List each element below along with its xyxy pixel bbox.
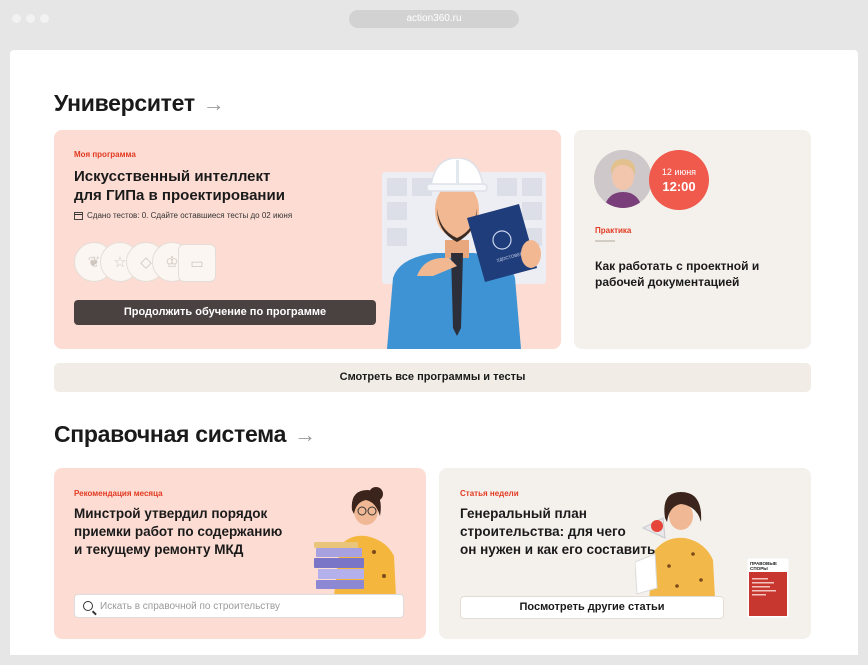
- other-articles-button[interactable]: Посмотреть другие статьи: [460, 596, 724, 619]
- address-bar[interactable]: action360.ru: [349, 10, 519, 28]
- week-title-line: строительства: для чего: [460, 524, 626, 539]
- reference-title: Справочная система: [54, 421, 287, 447]
- program-title-line: для ГИПа в проектировании: [74, 187, 285, 204]
- program-tag: Моя программа: [74, 150, 136, 159]
- event-time: 12:00: [662, 179, 696, 194]
- university-title: Университет: [54, 90, 195, 116]
- reference-search-input[interactable]: Искать в справочной по строительству: [74, 594, 404, 618]
- woman-with-megaphone-illustration: [635, 492, 715, 598]
- tests-status-text: Сдано тестов: 0. Сдайте оставшиеся тесты…: [87, 211, 293, 220]
- browser-chrome: action360.ru: [0, 0, 868, 38]
- event-date-badge: 12 июня 12:00: [649, 150, 709, 210]
- certificate-badge-icon: ▭: [178, 244, 216, 282]
- week-title-line: он нужен и как его составить: [460, 542, 656, 557]
- page-viewport: Университет → Моя программа Искусственны…: [10, 50, 858, 655]
- month-title-line: приемки работ по содержанию: [74, 524, 283, 539]
- all-programs-button[interactable]: Смотреть все программы и тесты: [54, 363, 811, 392]
- engineer-illustration: УДОСТОВЕРЕНИЕ: [382, 158, 546, 349]
- month-title: Минстрой утвердил порядок приемки работ …: [74, 505, 282, 559]
- continue-program-button[interactable]: Продолжить обучение по программе: [74, 300, 376, 325]
- speaker-avatar: [594, 150, 652, 208]
- month-tag: Рекомендация месяца: [74, 489, 163, 498]
- calendar-icon: [74, 212, 83, 220]
- week-title-line: Генеральный план: [460, 506, 587, 521]
- window-dot-icon[interactable]: [40, 14, 49, 23]
- window-dot-icon[interactable]: [26, 14, 35, 23]
- event-card[interactable]: 12 июня 12:00 Практика Как работать с пр…: [574, 130, 811, 349]
- month-title-line: и текущему ремонту МКД: [74, 542, 244, 557]
- woman-with-folders-illustration: [314, 487, 396, 596]
- event-title-line: Как работать с проектной и: [595, 259, 760, 273]
- window-controls: [12, 14, 49, 23]
- event-date: 12 июня: [661, 167, 697, 177]
- reference-heading[interactable]: Справочная система →: [54, 421, 316, 448]
- speaker-portrait-icon: [594, 150, 652, 208]
- arrow-right-icon: →: [294, 421, 316, 447]
- week-article-card[interactable]: Статья недели Генеральный план строитель…: [439, 468, 811, 639]
- week-tag: Статья недели: [460, 489, 519, 498]
- magazine-title: СПОРЫ: [750, 566, 768, 571]
- magazine-cover-image: ПРАВОВЫЕ СПОРЫ: [747, 558, 789, 618]
- event-title-line: рабочей документацией: [595, 275, 740, 289]
- search-icon: [83, 601, 93, 611]
- achievement-badges: ❦ ☆ ◇ ♔ ▭: [74, 242, 216, 284]
- program-title: Искусственный интеллект для ГИПа в проек…: [74, 167, 285, 205]
- tests-status: Сдано тестов: 0. Сдайте оставшиеся тесты…: [74, 211, 292, 220]
- event-title: Как работать с проектной и рабочей докум…: [595, 258, 759, 290]
- program-title-line: Искусственный интеллект: [74, 168, 271, 185]
- month-recommendation-card[interactable]: Рекомендация месяца Минстрой утвердил по…: [54, 468, 426, 639]
- arrow-right-icon: →: [202, 90, 225, 116]
- my-program-card[interactable]: Моя программа Искусственный интеллект дл…: [54, 130, 561, 349]
- month-title-line: Минстрой утвердил порядок: [74, 506, 268, 521]
- search-placeholder: Искать в справочной по строительству: [100, 600, 280, 612]
- divider: [595, 240, 615, 242]
- event-tag: Практика: [595, 226, 632, 235]
- university-heading[interactable]: Университет →: [54, 90, 225, 117]
- window-dot-icon[interactable]: [12, 14, 21, 23]
- week-title: Генеральный план строительства: для чего…: [460, 505, 655, 559]
